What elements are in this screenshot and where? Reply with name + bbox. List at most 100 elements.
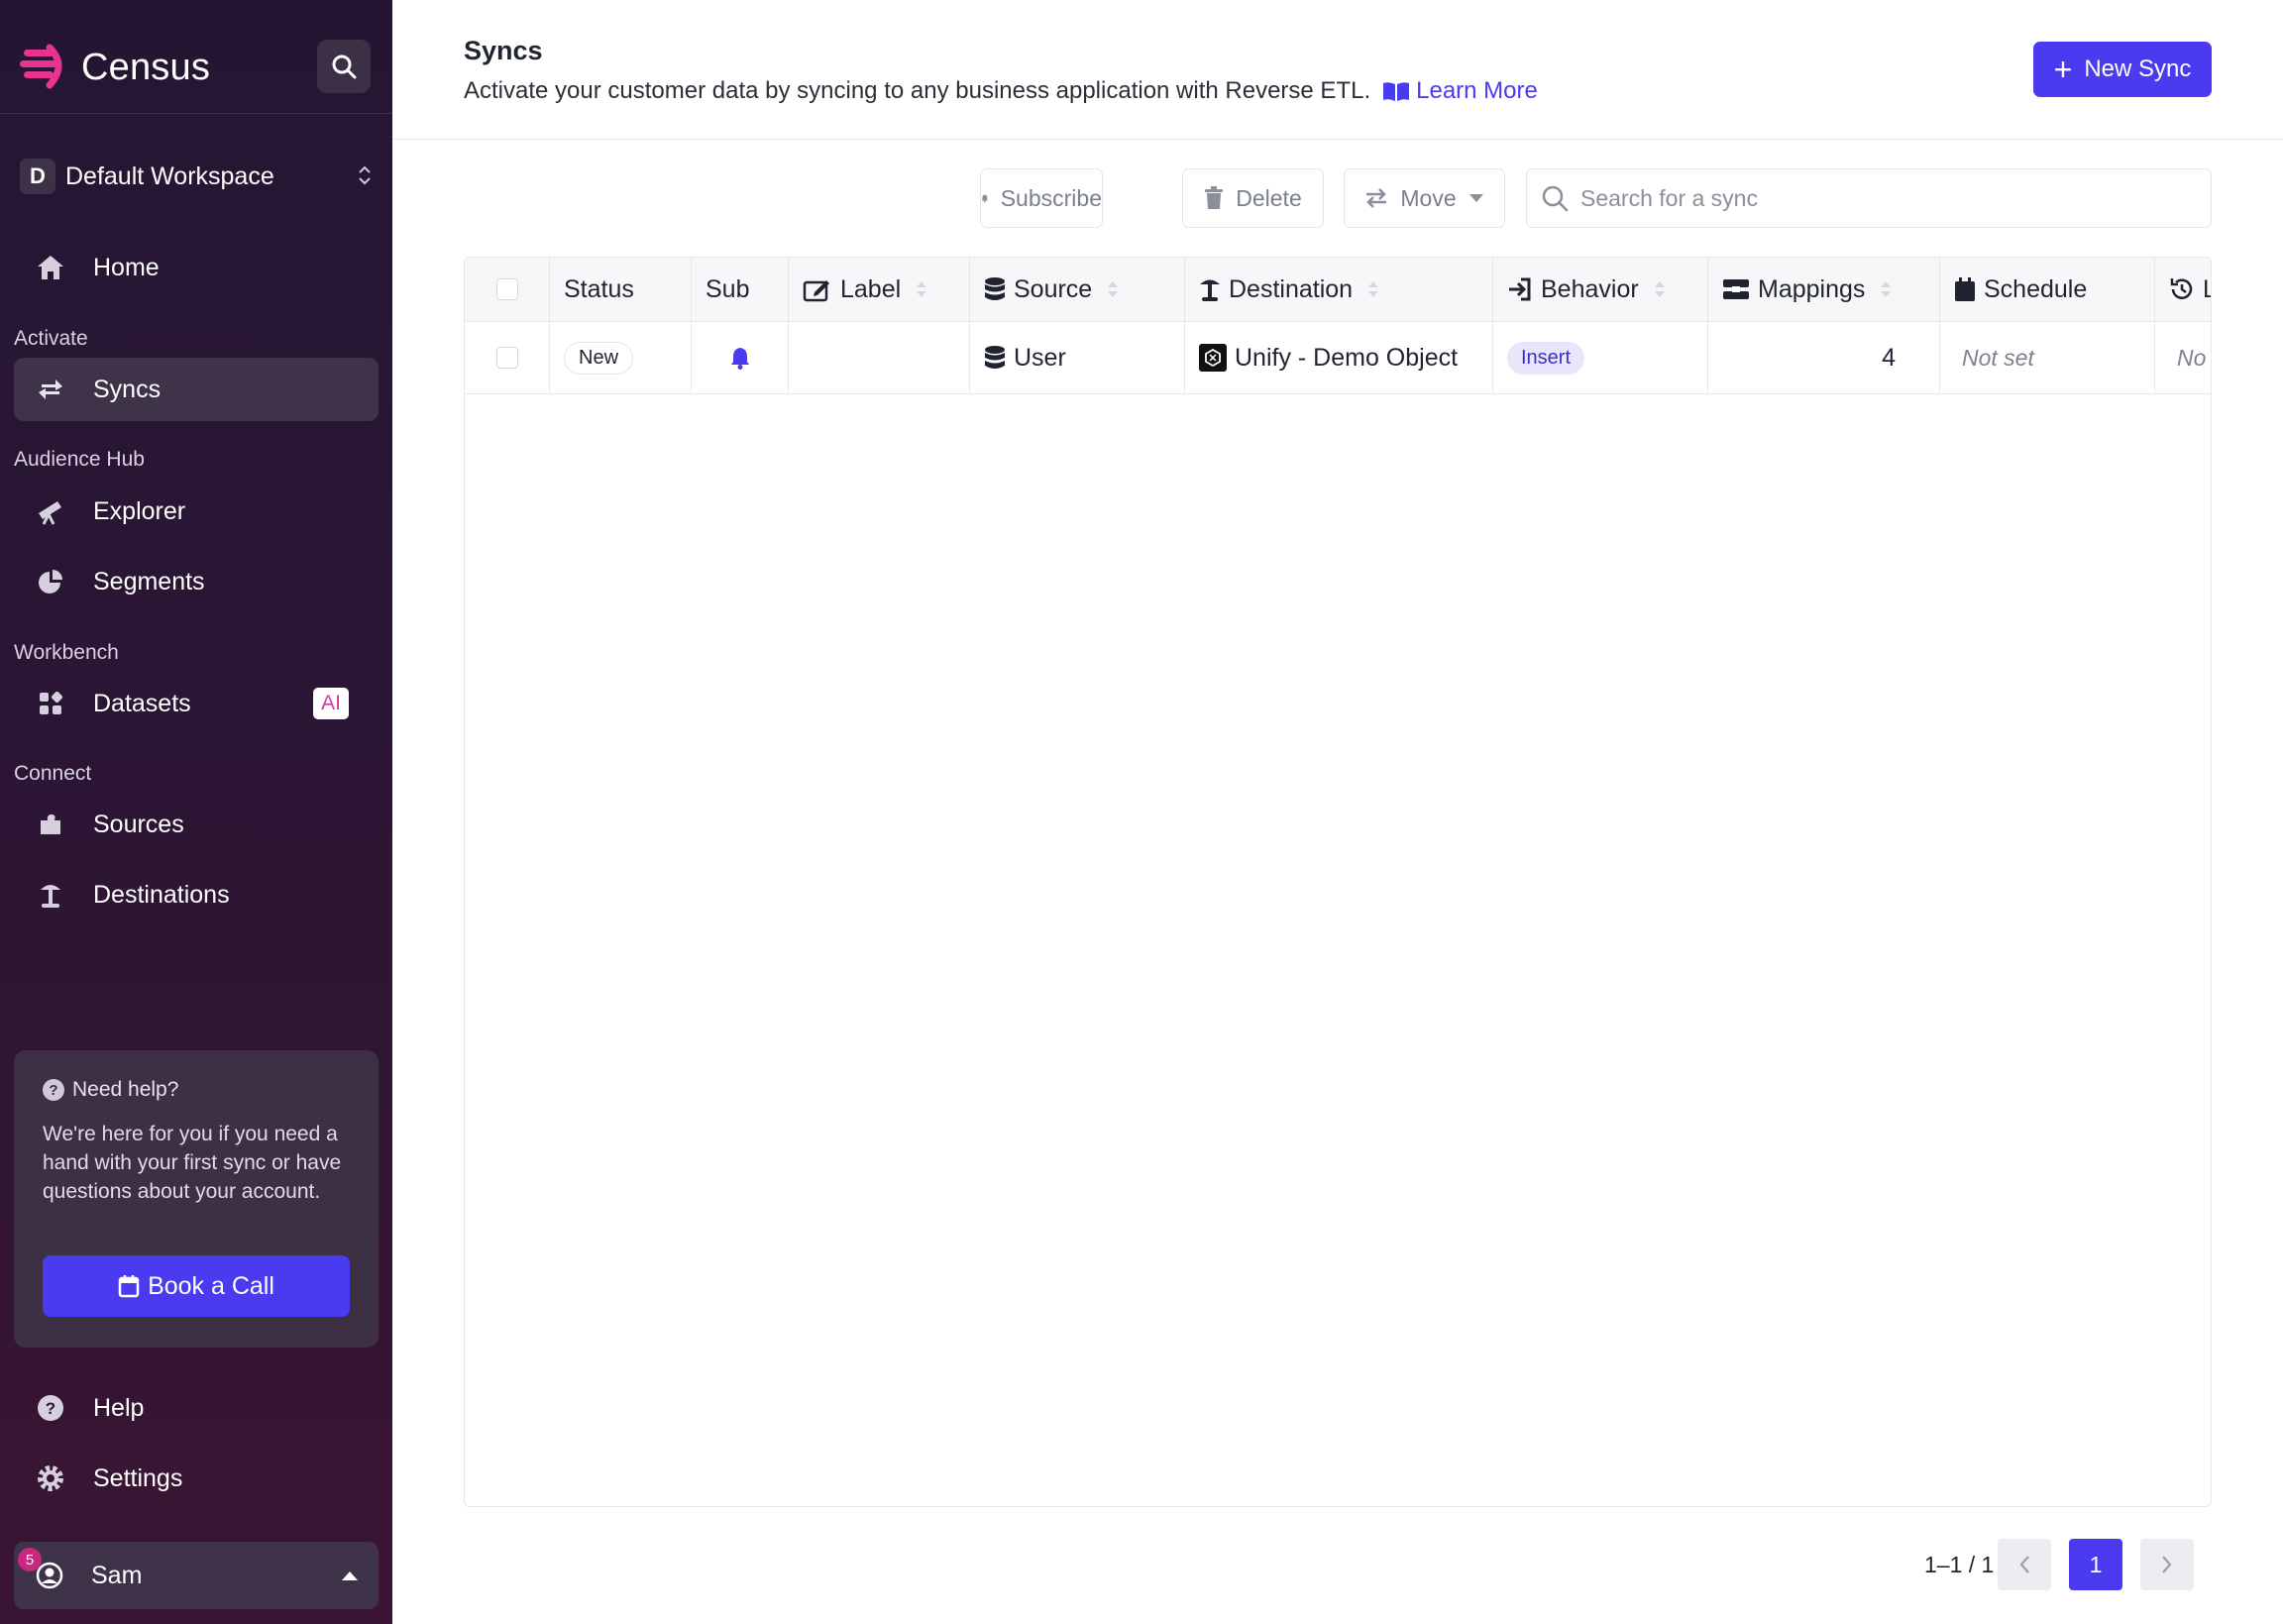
source-value: User	[1014, 343, 1066, 372]
new-sync-label: New Sync	[2084, 55, 2192, 82]
book-a-call-button[interactable]: Book a Call	[43, 1255, 350, 1317]
book-a-call-label: Book a Call	[148, 1271, 274, 1300]
telescope-icon	[36, 496, 65, 526]
brand-name: Census	[81, 46, 211, 88]
ai-badge: AI	[313, 688, 349, 719]
sidebar-item-label: Destinations	[93, 880, 230, 909]
edit-label-icon	[803, 280, 829, 302]
column-behavior[interactable]: Behavior	[1493, 258, 1708, 321]
help-circle-icon: ?	[36, 1393, 65, 1423]
sync-search-box	[1526, 168, 2212, 228]
page-title: Syncs	[464, 36, 543, 65]
last-run-cell: No	[2155, 322, 2211, 393]
subscribe-button[interactable]: Subscribe	[980, 168, 1103, 228]
select-all-cell	[465, 258, 550, 321]
sidebar-item-segments[interactable]: Segments	[14, 550, 379, 613]
learn-more-label: Learn More	[1416, 77, 1538, 104]
behavior-badge: Insert	[1507, 341, 1585, 375]
svg-text:?: ?	[46, 1399, 55, 1418]
workspace-name: Default Workspace	[65, 162, 274, 190]
gear-icon	[36, 1463, 65, 1493]
calendar-icon	[118, 1275, 140, 1298]
pagination-range: 1–1 / 1	[1924, 1552, 1995, 1577]
sidebar: Census D Default Workspace Home Activate…	[0, 0, 392, 1624]
sort-icon	[1654, 281, 1665, 297]
help-card-text: We're here for you if you need a hand wi…	[43, 1123, 342, 1203]
column-sub: Sub	[692, 258, 789, 321]
sidebar-item-label: Settings	[93, 1463, 183, 1492]
column-mappings-label: Mappings	[1758, 274, 1866, 303]
behavior-cell: Insert	[1493, 322, 1708, 393]
sort-icon	[1881, 281, 1892, 297]
workspace-switcher[interactable]: D Default Workspace	[20, 157, 377, 196]
sidebar-search-button[interactable]	[317, 40, 371, 93]
destination-cell[interactable]: Unify - Demo Object	[1185, 322, 1493, 393]
delete-label: Delete	[1236, 184, 1302, 211]
brand[interactable]: Census	[20, 40, 210, 95]
bell-icon	[981, 194, 989, 203]
sidebar-item-label: Help	[93, 1393, 145, 1422]
question-icon: ?	[43, 1079, 64, 1101]
move-label: Move	[1400, 184, 1457, 211]
column-behavior-label: Behavior	[1541, 274, 1639, 303]
section-connect: Connect	[14, 762, 92, 785]
status-cell: New	[550, 322, 692, 393]
sign-in-icon	[1509, 277, 1531, 301]
new-sync-button[interactable]: + New Sync	[2033, 42, 2212, 97]
page-description-text: Activate your customer data by syncing t…	[464, 77, 1371, 104]
sidebar-item-home[interactable]: Home	[14, 236, 379, 299]
next-page-button[interactable]	[2140, 1539, 2194, 1590]
section-audience-hub: Audience Hub	[14, 448, 145, 471]
column-last-run[interactable]: L	[2155, 258, 2211, 321]
source-cell[interactable]: User	[970, 322, 1185, 393]
page-button-current[interactable]: 1	[2069, 1539, 2122, 1590]
status-badge: New	[564, 341, 634, 375]
umbrella-beach-icon	[1200, 279, 1220, 301]
move-dropdown[interactable]: Move	[1344, 168, 1505, 228]
chevron-left-icon	[2019, 1556, 2029, 1573]
sidebar-divider	[0, 113, 392, 114]
header-divider	[392, 139, 2283, 140]
sidebar-item-label: Segments	[93, 567, 205, 595]
table-row[interactable]: New User Unify - Demo Object Insert 4 No…	[465, 322, 2211, 394]
learn-more-link[interactable]: Learn More	[1382, 77, 1538, 105]
sidebar-item-label: Sources	[93, 810, 184, 838]
user-name: Sam	[91, 1561, 143, 1589]
sidebar-item-settings[interactable]: Settings	[14, 1447, 379, 1510]
column-schedule-label: Schedule	[1984, 274, 2088, 303]
sidebar-item-syncs[interactable]: Syncs	[14, 358, 379, 421]
column-destination[interactable]: Destination	[1185, 258, 1493, 321]
sub-cell[interactable]	[692, 322, 789, 393]
column-schedule: Schedule	[1940, 258, 2155, 321]
bell-icon	[730, 348, 749, 370]
sidebar-item-datasets[interactable]: Datasets AI	[14, 672, 379, 735]
sort-icon	[1368, 281, 1379, 297]
user-menu[interactable]: 5 Sam	[14, 1542, 379, 1609]
label-cell	[789, 322, 970, 393]
sidebar-item-sources[interactable]: Sources	[14, 793, 379, 856]
sidebar-item-destinations[interactable]: Destinations	[14, 863, 379, 926]
syncs-table: Status Sub Label Source Destination Beha…	[464, 257, 2212, 1507]
column-last-run-label: L	[2203, 275, 2211, 304]
help-card: ? Need help? We're here for you if you n…	[14, 1050, 379, 1348]
row-checkbox[interactable]	[495, 347, 518, 369]
sidebar-item-label: Datasets	[93, 689, 191, 717]
sidebar-item-explorer[interactable]: Explorer	[14, 480, 379, 543]
calendar-icon	[1955, 277, 1975, 301]
previous-page-button[interactable]	[1998, 1539, 2051, 1590]
select-all-checkbox[interactable]	[495, 278, 518, 300]
arrows-exchange-icon	[36, 375, 65, 404]
pie-chart-icon	[36, 567, 65, 596]
column-source[interactable]: Source	[970, 258, 1185, 321]
trash-icon	[1205, 186, 1224, 209]
sync-search-input[interactable]	[1580, 184, 2175, 212]
notification-count-badge: 5	[18, 1548, 42, 1571]
puzzle-icon	[36, 810, 65, 839]
column-mappings[interactable]: Mappings	[1708, 258, 1940, 321]
delete-button[interactable]: Delete	[1182, 168, 1324, 228]
sidebar-item-help[interactable]: ? Help	[14, 1376, 379, 1440]
help-card-title: ? Need help?	[43, 1078, 350, 1102]
column-label[interactable]: Label	[789, 258, 970, 321]
last-run-value: No	[2177, 344, 2207, 371]
destination-value: Unify - Demo Object	[1235, 343, 1459, 372]
